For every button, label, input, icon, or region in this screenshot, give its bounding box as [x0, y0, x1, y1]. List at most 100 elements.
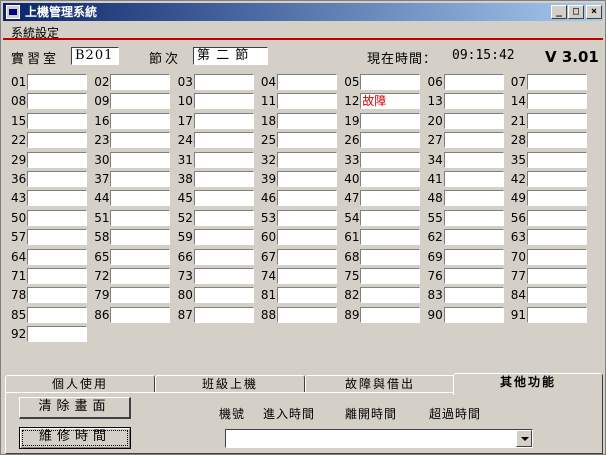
seat-status-field[interactable]	[193, 151, 254, 168]
seat-status-field[interactable]	[110, 209, 171, 226]
seat-status-field[interactable]	[276, 248, 337, 265]
tab-class-session[interactable]: 班級上機	[155, 375, 305, 393]
seat-status-field[interactable]	[110, 229, 171, 246]
seat-status-field[interactable]	[193, 248, 254, 265]
seat-status-field[interactable]	[526, 229, 587, 246]
seat-status-field[interactable]	[526, 248, 587, 265]
seat-status-field[interactable]	[360, 248, 421, 265]
seat-status-field[interactable]	[443, 74, 504, 90]
seat-status-field[interactable]	[193, 171, 254, 187]
seat-status-field[interactable]	[526, 209, 587, 226]
seat-status-field[interactable]	[276, 132, 337, 149]
seat-status-field[interactable]	[276, 287, 337, 304]
seat-status-field[interactable]	[110, 112, 171, 129]
seat-status-field[interactable]	[360, 74, 421, 90]
seat-status-field[interactable]	[110, 171, 171, 187]
seat-status-field[interactable]	[276, 306, 337, 323]
title-bar[interactable]: 上機管理系統 _ □ ×	[3, 3, 603, 21]
maximize-button[interactable]: □	[568, 5, 584, 19]
seat-status-field[interactable]	[276, 229, 337, 246]
seat-status-field[interactable]	[110, 74, 171, 90]
seat-status-field[interactable]	[110, 190, 171, 207]
seat-status-field[interactable]	[27, 268, 87, 284]
seat-status-field[interactable]	[526, 74, 587, 90]
seat-status-field[interactable]	[193, 306, 254, 323]
repair-time-button[interactable]: 維修時間	[19, 427, 131, 449]
tab-other-functions[interactable]: 其他功能	[453, 373, 603, 395]
seat-status-field[interactable]	[526, 171, 587, 187]
seat-status-field[interactable]	[110, 268, 171, 284]
seat-status-field[interactable]	[443, 112, 504, 129]
seat-status-field[interactable]	[193, 268, 254, 284]
seat-status-field[interactable]	[193, 74, 254, 90]
seat-status-field[interactable]	[27, 171, 87, 187]
seat-status-field[interactable]	[443, 287, 504, 304]
seat-status-field[interactable]	[443, 268, 504, 284]
seat-status-field[interactable]	[526, 268, 587, 284]
seat-status-field[interactable]	[443, 171, 504, 187]
seat-status-field[interactable]	[193, 93, 254, 110]
minimize-button[interactable]: _	[551, 5, 567, 19]
record-combo[interactable]	[225, 429, 533, 448]
seat-status-field[interactable]	[27, 306, 87, 323]
tab-fault-and-loan[interactable]: 故障與借出	[305, 375, 455, 393]
chevron-down-icon[interactable]	[516, 430, 532, 447]
seat-status-field[interactable]	[443, 132, 504, 149]
seat-status-field[interactable]	[276, 190, 337, 207]
seat-status-field[interactable]	[360, 268, 421, 284]
tab-personal-use[interactable]: 個人使用	[5, 375, 155, 393]
seat-status-field[interactable]	[360, 171, 421, 187]
seat-status-field[interactable]	[443, 209, 504, 226]
seat-status-field[interactable]	[193, 287, 254, 304]
seat-status-field[interactable]	[193, 132, 254, 149]
seat-status-field[interactable]	[443, 248, 504, 265]
seat-status-field[interactable]	[443, 93, 504, 110]
seat-status-field[interactable]	[110, 151, 171, 168]
seat-status-field[interactable]	[27, 190, 87, 207]
seat-status-field[interactable]	[27, 93, 87, 110]
seat-status-field[interactable]	[110, 132, 171, 149]
seat-status-field[interactable]	[193, 190, 254, 207]
seat-status-field[interactable]	[193, 112, 254, 129]
seat-status-field[interactable]	[27, 326, 87, 343]
seat-status-field[interactable]	[27, 74, 87, 90]
seat-status-field[interactable]	[27, 209, 87, 226]
seat-status-field[interactable]	[526, 306, 587, 323]
seat-status-field[interactable]	[526, 287, 587, 304]
clear-screen-button[interactable]: 清除畫面	[19, 397, 131, 419]
seat-status-field[interactable]	[276, 74, 337, 90]
seat-status-field[interactable]	[27, 132, 87, 149]
seat-status-field[interactable]	[526, 190, 587, 207]
seat-status-field[interactable]	[360, 112, 421, 129]
seat-status-field[interactable]	[360, 151, 421, 168]
close-button[interactable]: ×	[586, 5, 602, 19]
seat-status-field[interactable]	[443, 229, 504, 246]
seat-status-field[interactable]	[27, 112, 87, 129]
seat-status-field[interactable]	[526, 132, 587, 149]
seat-status-field[interactable]	[360, 132, 421, 149]
room-field[interactable]: B201	[71, 47, 119, 65]
menu-system-settings[interactable]: 系統設定	[11, 24, 59, 41]
seat-status-field[interactable]	[276, 112, 337, 129]
period-field[interactable]: 第 二 節	[193, 47, 268, 65]
seat-status-field[interactable]	[360, 190, 421, 207]
seat-status-field[interactable]	[360, 287, 421, 304]
seat-status-field[interactable]	[193, 209, 254, 226]
seat-status-field[interactable]	[276, 209, 337, 226]
seat-status-field[interactable]	[360, 306, 421, 323]
seat-status-field[interactable]	[443, 190, 504, 207]
seat-status-field[interactable]	[27, 287, 87, 304]
seat-status-field[interactable]	[27, 151, 87, 168]
seat-status-field[interactable]	[276, 151, 337, 168]
seat-status-field[interactable]	[110, 93, 171, 110]
seat-status-field[interactable]	[110, 248, 171, 265]
seat-status-field[interactable]	[276, 171, 337, 187]
seat-status-field[interactable]	[276, 93, 337, 110]
seat-status-field[interactable]: 故障	[360, 93, 421, 110]
seat-status-field[interactable]	[526, 112, 587, 129]
seat-status-field[interactable]	[526, 151, 587, 168]
seat-status-field[interactable]	[276, 268, 337, 284]
seat-status-field[interactable]	[443, 306, 504, 323]
seat-status-field[interactable]	[27, 248, 87, 265]
seat-status-field[interactable]	[110, 287, 171, 304]
